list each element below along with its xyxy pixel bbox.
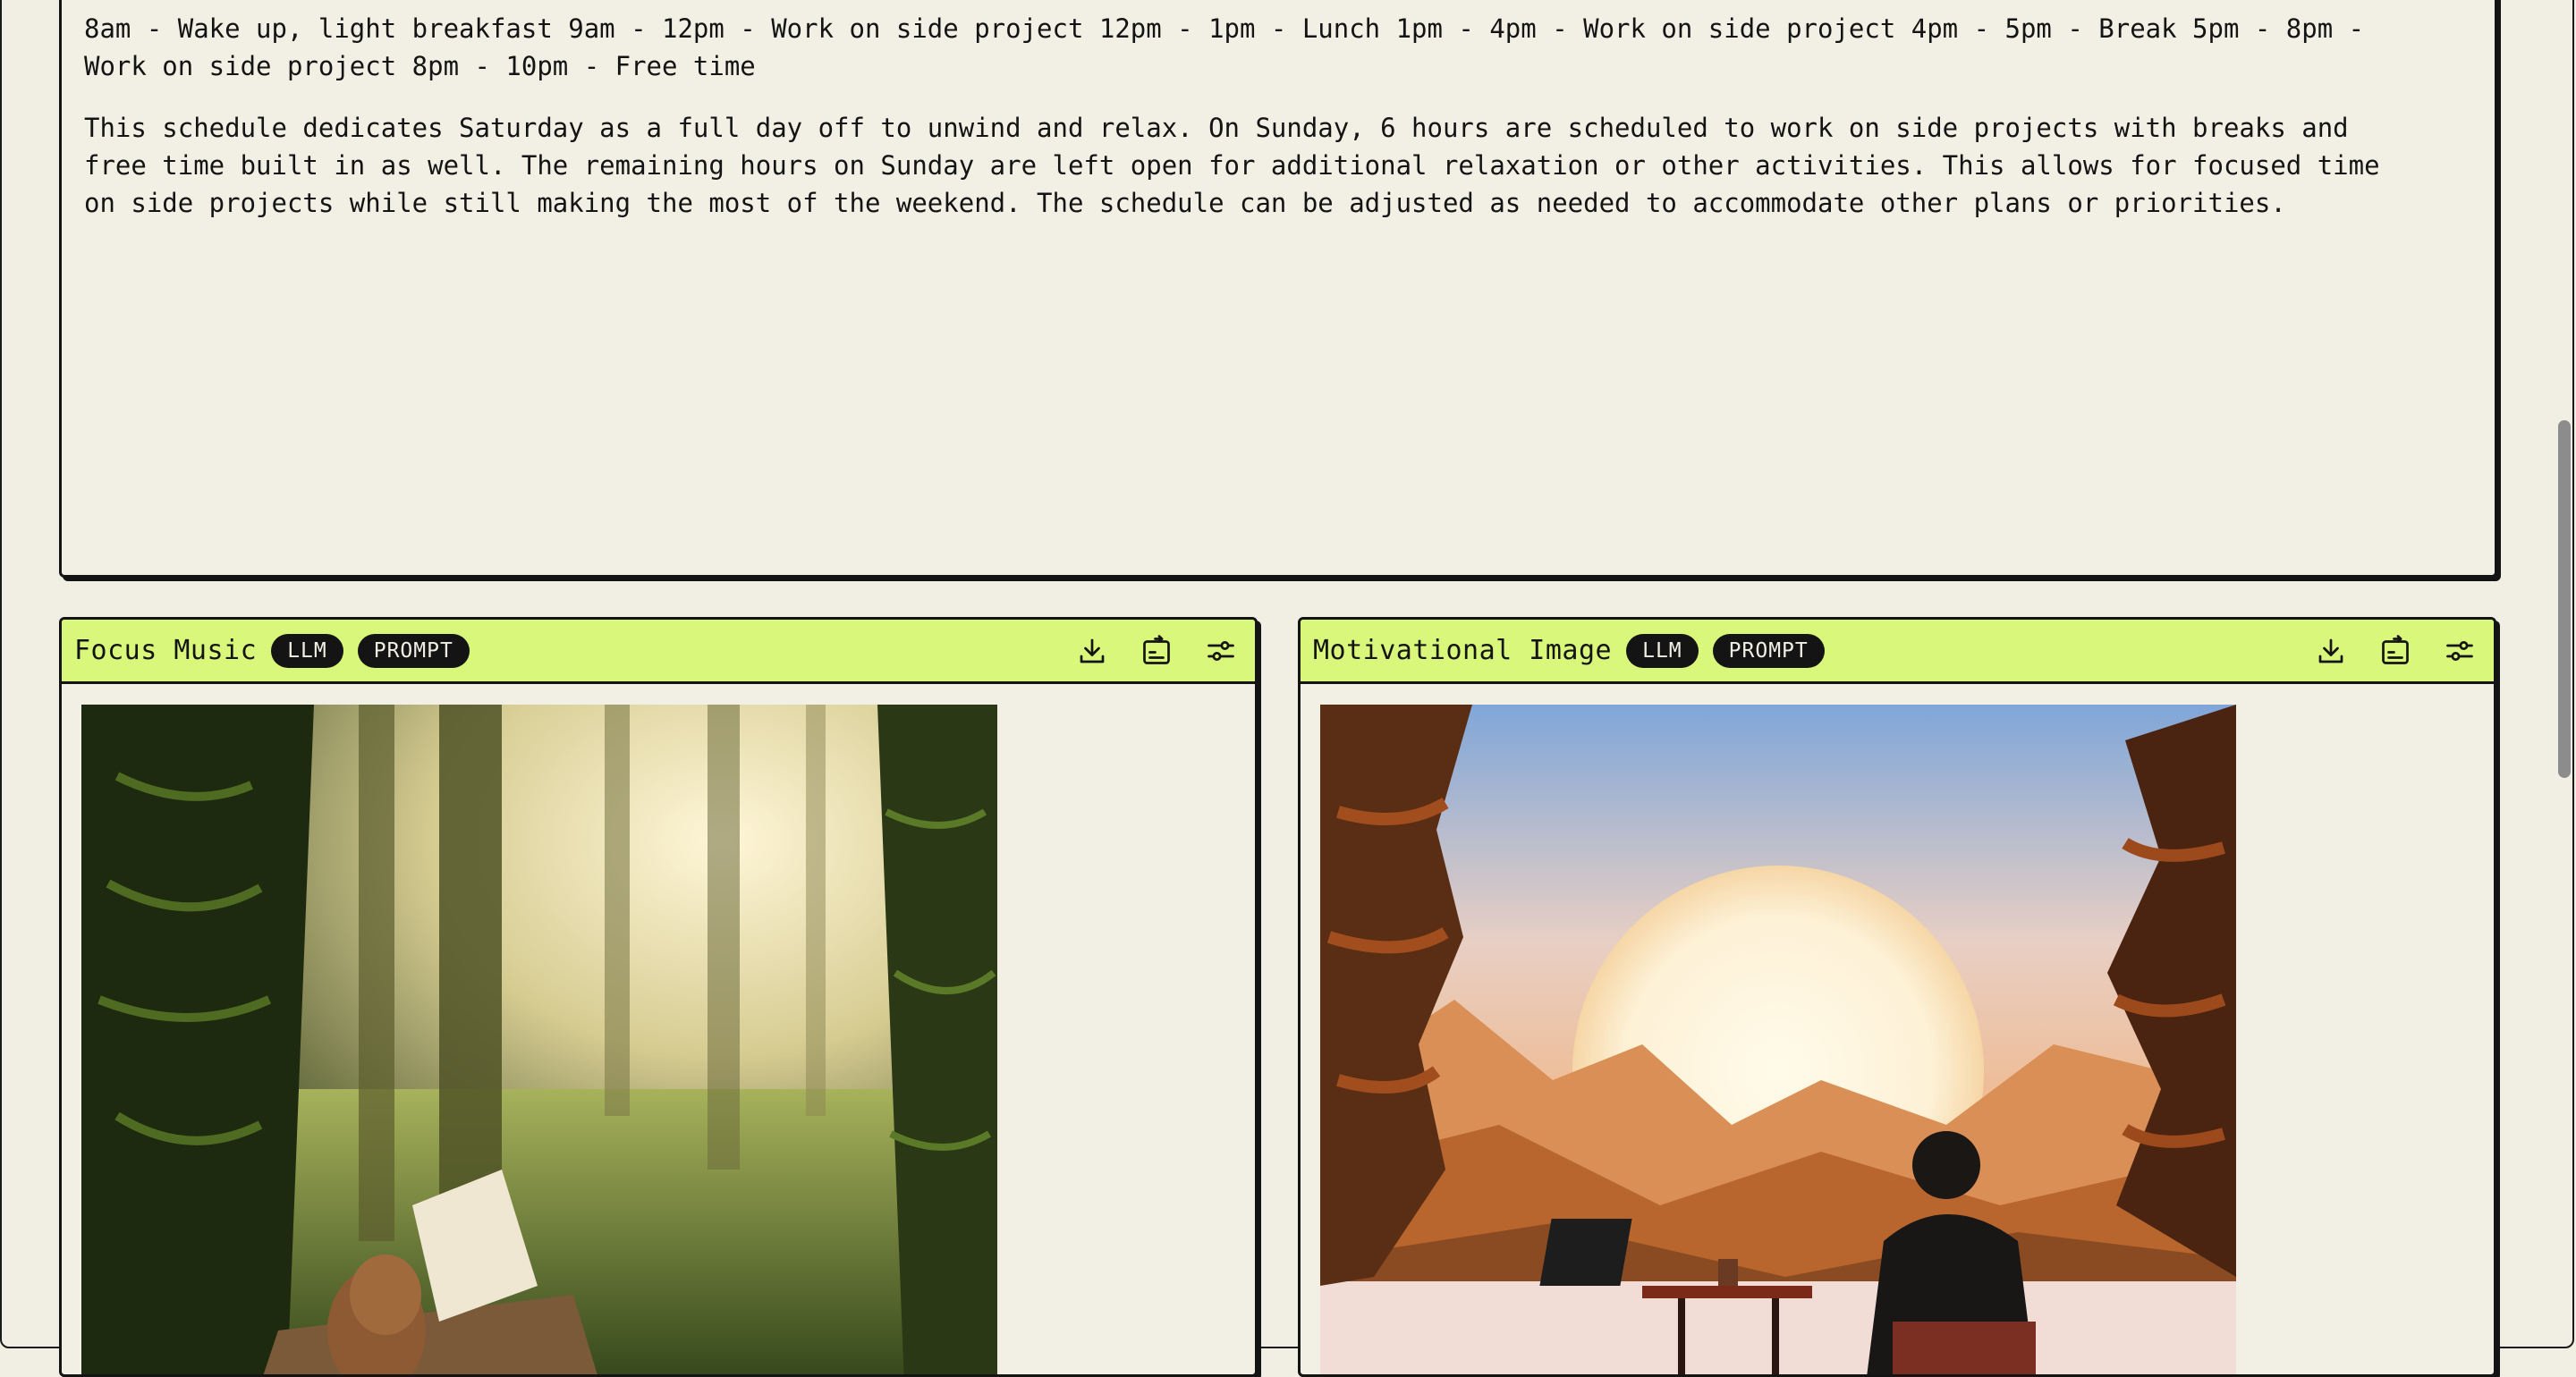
forest-piano-image [81, 705, 997, 1374]
card-header: Motivational Image LLM PROMPT [1301, 620, 2494, 684]
prompt-badge[interactable]: PROMPT [357, 633, 470, 668]
llm-badge[interactable]: LLM [1626, 633, 1699, 668]
llm-badge[interactable]: LLM [271, 633, 343, 668]
page-scrollbar[interactable] [2553, 0, 2576, 1350]
download-icon[interactable] [1071, 629, 1114, 672]
sunset-laptop-image [1320, 705, 2236, 1374]
prompt-badge[interactable]: PROMPT [1712, 633, 1825, 668]
card-title: Motivational Image [1313, 635, 1613, 666]
settings-sliders-icon[interactable] [2438, 629, 2481, 672]
share-icon[interactable] [2374, 629, 2417, 672]
focus-music-card: Focus Music LLM PROMPT [59, 617, 1258, 1377]
scrollbar-thumb[interactable] [2558, 420, 2571, 778]
schedule-paragraph: 8am - Wake up, light breakfast 9am - 12p… [84, 13, 2365, 81]
card-title: Focus Music [74, 635, 258, 666]
schedule-summary-paragraph: This schedule dedicates Saturday as a fu… [84, 113, 2380, 218]
card-header: Focus Music LLM PROMPT [62, 620, 1255, 684]
schedule-output-text: 8am - Wake up, light breakfast 9am - 12p… [84, 10, 2421, 246]
schedule-output-card: 8am - Wake up, light breakfast 9am - 12p… [59, 0, 2497, 578]
motivational-image-card: Motivational Image LLM PROMPT [1298, 617, 2496, 1377]
settings-sliders-icon[interactable] [1199, 629, 1242, 672]
share-icon[interactable] [1135, 629, 1178, 672]
download-icon[interactable] [2309, 629, 2352, 672]
